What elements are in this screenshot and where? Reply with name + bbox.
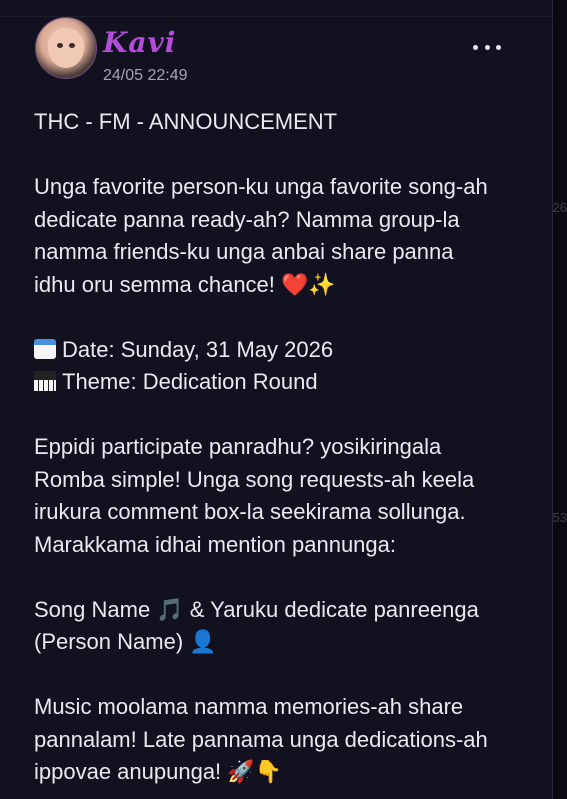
post-text-line: Romba simple! Unga song requests-ah keel… bbox=[34, 466, 475, 492]
post-text-line: Song Name 🎵 & Yaruku dedicate panreenga bbox=[34, 596, 479, 622]
date-row: Date: Sunday, 31 May 2026 bbox=[34, 334, 534, 367]
author-name[interactable]: Kavi bbox=[103, 26, 176, 59]
calendar-icon bbox=[34, 338, 56, 359]
post-title: THC - FM - ANNOUNCEMENT bbox=[34, 109, 338, 134]
post-card: Kavi 24/05 22:49 THC - FM - ANNOUNCEMENT… bbox=[0, 0, 553, 799]
post-text-line: Marakkama idhai mention pannunga: bbox=[34, 531, 397, 557]
date-text: Date: Sunday, 31 May 2026 bbox=[62, 336, 334, 362]
theme-text: Theme: Dedication Round bbox=[62, 369, 318, 394]
post-text-line: irukura comment box-la seekirama sollung… bbox=[34, 499, 466, 524]
theme-row: Theme: Dedication Round bbox=[34, 366, 534, 399]
post-text-line: Music moolama namma memories-ah share bbox=[34, 694, 464, 719]
more-options-icon[interactable] bbox=[473, 33, 501, 61]
background-text-fragment: 53 bbox=[552, 510, 567, 525]
piano-icon bbox=[34, 371, 56, 391]
post-text-line: ippovae anupunga! 🚀👇 bbox=[34, 759, 283, 784]
post-body: THC - FM - ANNOUNCEMENT Unga favorite pe… bbox=[34, 106, 534, 789]
background-text-fragment: 26 bbox=[552, 200, 567, 215]
background-panel bbox=[553, 0, 567, 799]
post-text-line: Eppidi participate panradhu? yosikiringa… bbox=[34, 434, 442, 459]
post-text-line: dedicate panna ready-ah? Namma group-la bbox=[34, 206, 460, 232]
post-timestamp: 24/05 22:49 bbox=[103, 67, 188, 84]
post-text-line: pannalam! Late pannama unga dedications-… bbox=[34, 726, 488, 752]
divider bbox=[0, 16, 553, 17]
post-text-line: namma friends-ku unga anbai share panna bbox=[34, 239, 454, 264]
avatar[interactable] bbox=[35, 17, 97, 79]
post-text-line: (Person Name) 👤 bbox=[34, 629, 217, 654]
post-text-line: idhu oru semma chance! ❤️✨ bbox=[34, 271, 336, 297]
post-text-line: Unga favorite person-ku unga favorite so… bbox=[34, 174, 488, 199]
